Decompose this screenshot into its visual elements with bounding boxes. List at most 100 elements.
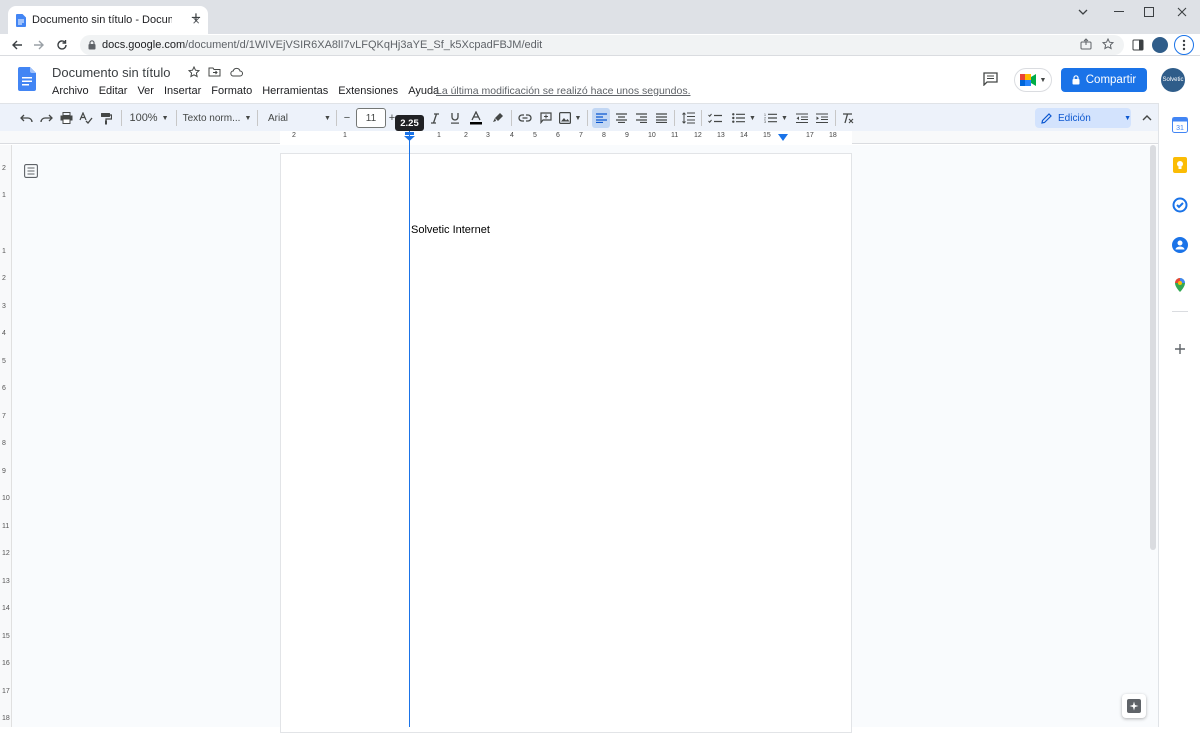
share-page-icon[interactable] xyxy=(1080,38,1092,50)
close-window-button[interactable] xyxy=(1164,0,1200,24)
document-page[interactable]: Solvetic Internet xyxy=(280,153,852,733)
text-color-icon[interactable] xyxy=(468,108,484,128)
move-folder-icon[interactable] xyxy=(208,66,221,77)
maximize-button[interactable] xyxy=(1131,0,1167,24)
vruler-number: 4 xyxy=(2,330,6,337)
add-comment-icon[interactable] xyxy=(538,108,554,128)
zoom-value: 100% xyxy=(129,112,158,124)
paragraph-style-dropdown[interactable]: Texto norm... ▼ xyxy=(180,108,254,128)
meet-button[interactable]: ▼ xyxy=(1014,68,1052,92)
maps-icon[interactable] xyxy=(1172,277,1188,293)
vruler-number: 1 xyxy=(2,248,6,255)
side-panel-divider xyxy=(1172,311,1188,312)
justify-icon[interactable] xyxy=(653,108,669,128)
align-left-icon[interactable] xyxy=(592,108,610,128)
pencil-icon xyxy=(1041,112,1052,124)
toolbar-divider xyxy=(176,110,177,126)
underline-icon[interactable] xyxy=(448,108,462,128)
ruler-number: 17 xyxy=(806,132,814,139)
collapse-menus-icon[interactable] xyxy=(1140,108,1154,128)
vruler-number: 18 xyxy=(2,715,10,722)
document-title[interactable]: Documento sin título xyxy=(52,65,171,80)
profile-avatar-icon[interactable] xyxy=(1151,36,1169,54)
share-button[interactable]: Compartir xyxy=(1061,68,1147,92)
menu-ayuda[interactable]: Ayuda xyxy=(408,85,439,97)
reload-icon[interactable] xyxy=(53,36,71,54)
add-addon-icon[interactable] xyxy=(1172,341,1188,357)
explore-button[interactable] xyxy=(1122,694,1146,718)
comments-icon[interactable] xyxy=(983,72,998,86)
zoom-dropdown[interactable]: 100% ▼ xyxy=(126,108,172,128)
insert-link-icon[interactable] xyxy=(517,108,533,128)
toolbar-divider xyxy=(511,110,512,126)
redo-icon[interactable] xyxy=(38,108,54,128)
align-center-icon[interactable] xyxy=(613,108,629,128)
decrease-font-size-button[interactable]: − xyxy=(340,108,354,128)
indent-position-tooltip: 2.25 xyxy=(395,115,424,131)
vruler-number: 17 xyxy=(2,688,10,695)
back-arrow-icon[interactable] xyxy=(8,36,26,54)
browser-tab[interactable]: Documento sin título - Documen × xyxy=(8,6,208,34)
decrease-indent-icon[interactable] xyxy=(794,108,810,128)
align-right-icon[interactable] xyxy=(633,108,649,128)
document-outline-icon[interactable] xyxy=(24,164,38,178)
undo-icon[interactable] xyxy=(18,108,34,128)
bookmark-star-icon[interactable] xyxy=(1102,38,1114,50)
side-panel-icon[interactable] xyxy=(1129,36,1147,54)
italic-icon[interactable] xyxy=(428,108,442,128)
editing-mode-dropdown[interactable]: Edición ▼ xyxy=(1035,108,1131,128)
account-avatar[interactable]: Solvetic xyxy=(1161,68,1185,92)
docs-logo-icon[interactable] xyxy=(18,67,36,91)
ruler-number: 5 xyxy=(533,132,537,139)
menu-bar: Archivo Editar Ver Insertar Formato Herr… xyxy=(52,85,449,97)
line-spacing-icon[interactable] xyxy=(680,108,696,128)
vertical-ruler[interactable]: 2 1 1 2 3 4 5 6 7 8 9 10 11 12 13 14 15 … xyxy=(0,145,12,727)
menu-herramientas[interactable]: Herramientas xyxy=(262,85,328,97)
checklist-icon[interactable] xyxy=(706,108,724,128)
vruler-number: 13 xyxy=(2,578,10,585)
vruler-number: 8 xyxy=(2,440,6,447)
numbered-list-icon[interactable]: 123 ▼ xyxy=(762,108,790,128)
highlight-color-icon[interactable] xyxy=(490,108,506,128)
menu-insertar[interactable]: Insertar xyxy=(164,85,201,97)
chrome-menu-icon[interactable] xyxy=(1174,35,1194,55)
star-icon[interactable] xyxy=(188,66,200,78)
tab-search-icon[interactable] xyxy=(1065,0,1101,24)
menu-formato[interactable]: Formato xyxy=(211,85,252,97)
cloud-saved-icon[interactable] xyxy=(230,67,243,77)
svg-text:3: 3 xyxy=(764,120,766,123)
ruler-number: 12 xyxy=(694,132,702,139)
horizontal-ruler[interactable]: 2 1 1 2 3 4 5 6 7 8 9 10 11 12 13 14 15 … xyxy=(0,131,1158,144)
vruler-number: 9 xyxy=(2,468,6,475)
font-family-dropdown[interactable]: Arial ▼ xyxy=(262,108,334,128)
keep-icon[interactable] xyxy=(1172,157,1188,173)
address-bar[interactable]: docs.google.com/document/d/1WIVEjVSIR6XA… xyxy=(80,35,1124,55)
menu-ver[interactable]: Ver xyxy=(137,85,154,97)
new-tab-button[interactable]: + xyxy=(187,9,205,27)
vruler-number: 12 xyxy=(2,550,10,557)
print-icon[interactable] xyxy=(58,108,74,128)
font-size-input[interactable]: 11 xyxy=(356,108,386,128)
lock-icon[interactable] xyxy=(88,40,96,50)
toolbar-divider xyxy=(701,110,702,126)
increase-indent-icon[interactable] xyxy=(814,108,830,128)
vertical-scrollbar[interactable] xyxy=(1150,145,1156,550)
menu-extensiones[interactable]: Extensiones xyxy=(338,85,398,97)
tasks-icon[interactable] xyxy=(1172,197,1188,213)
right-indent-marker-icon[interactable] xyxy=(778,134,788,141)
spellcheck-icon[interactable] xyxy=(78,108,94,128)
ruler-number: 11 xyxy=(671,132,679,139)
bulleted-list-icon[interactable]: ▼ xyxy=(730,108,758,128)
insert-image-icon[interactable]: ▼ xyxy=(558,108,582,128)
forward-arrow-icon[interactable] xyxy=(30,36,48,54)
last-modified-link[interactable]: La última modificación se realizó hace u… xyxy=(436,85,690,97)
calendar-icon[interactable]: 31 xyxy=(1172,117,1188,133)
ruler-number: 4 xyxy=(510,132,514,139)
document-body-text[interactable]: Solvetic Internet xyxy=(411,224,490,236)
paint-format-icon[interactable] xyxy=(98,108,114,128)
contacts-icon[interactable] xyxy=(1172,237,1188,253)
clear-formatting-icon[interactable] xyxy=(840,108,856,128)
menu-archivo[interactable]: Archivo xyxy=(52,85,89,97)
menu-editar[interactable]: Editar xyxy=(99,85,128,97)
vruler-number: 1 xyxy=(2,192,6,199)
